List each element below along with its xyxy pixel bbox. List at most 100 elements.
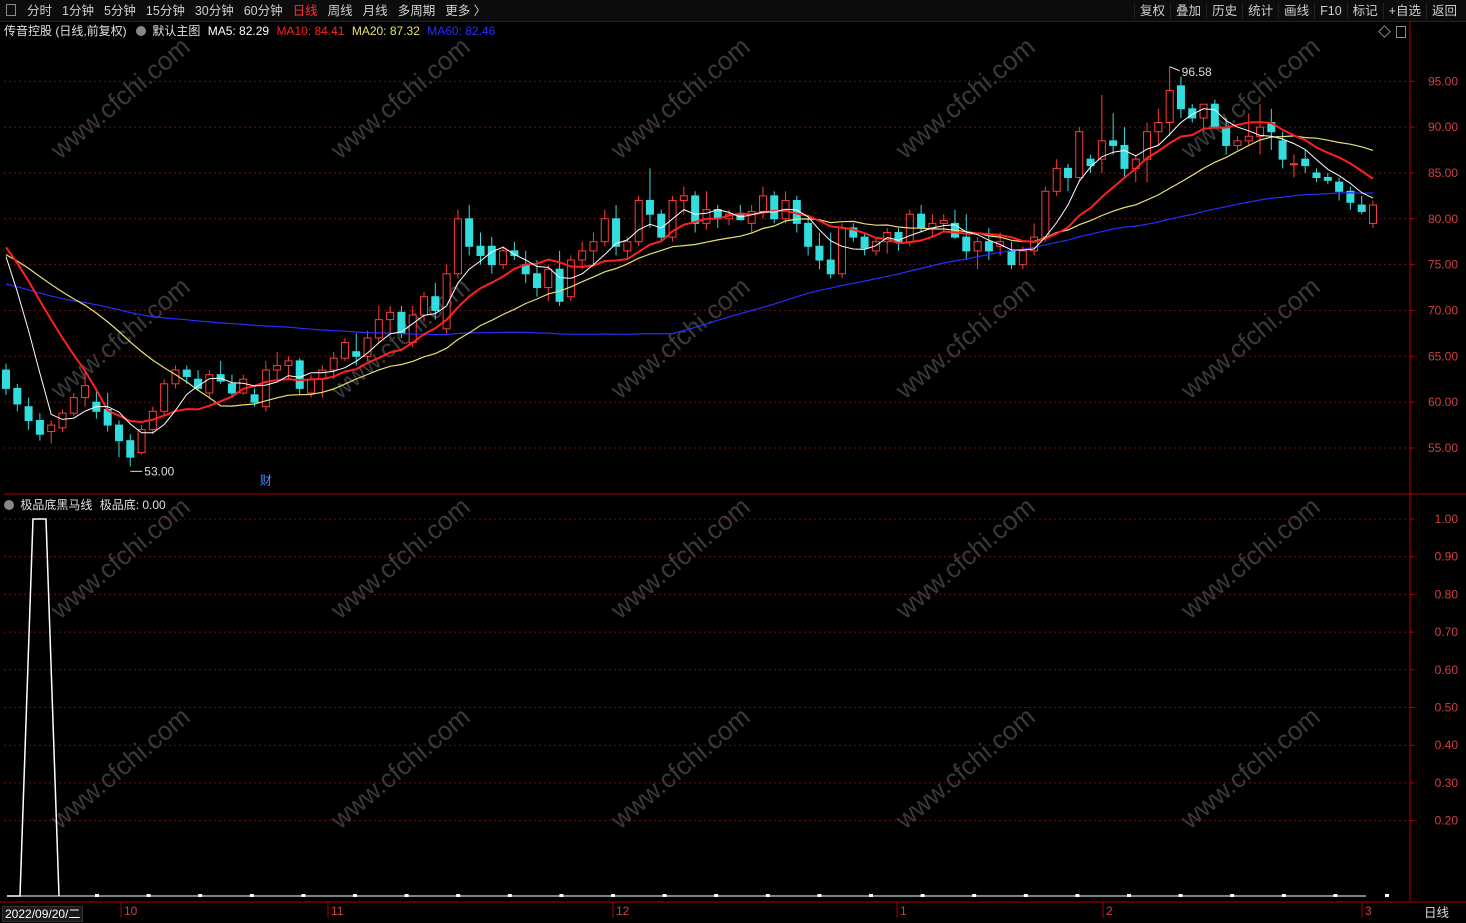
candle-body-36 bbox=[408, 314, 417, 344]
candle-body-35 bbox=[397, 311, 406, 334]
candle-body-116 bbox=[1312, 172, 1321, 179]
indicator-point-15 bbox=[869, 894, 873, 897]
candle-body-89 bbox=[1007, 250, 1016, 266]
candle-body-43 bbox=[487, 245, 496, 266]
template-dropdown-icon[interactable] bbox=[136, 26, 147, 36]
candles bbox=[1, 66, 1378, 467]
high-marker-line bbox=[1169, 66, 1180, 72]
toolbar-button-1[interactable]: 叠加 bbox=[1170, 3, 1206, 19]
candle-body-15 bbox=[171, 369, 180, 385]
period-tab-9[interactable]: 多周期 bbox=[393, 3, 441, 19]
watermark-3: www.cfchi.com bbox=[889, 31, 1041, 165]
panel-toggle-icon[interactable] bbox=[6, 4, 16, 16]
panel-icon[interactable] bbox=[1396, 26, 1406, 38]
toolbar-button-4[interactable]: 画线 bbox=[1278, 3, 1314, 19]
toolbar-button-2[interactable]: 历史 bbox=[1206, 3, 1242, 19]
indicator-point-12 bbox=[714, 894, 719, 897]
indicator-point-5 bbox=[353, 894, 357, 897]
toolbar-button-0[interactable]: 复权 bbox=[1134, 3, 1170, 19]
period-tab-6[interactable]: 日线 bbox=[288, 3, 323, 19]
sub-tick-label-1: 0.30 bbox=[1435, 776, 1459, 790]
period-tab-4[interactable]: 30分钟 bbox=[190, 3, 239, 19]
diamond-icon[interactable] bbox=[1378, 25, 1391, 38]
period-tab-8[interactable]: 月线 bbox=[358, 3, 393, 19]
candle-body-117 bbox=[1323, 177, 1332, 181]
candle-body-88 bbox=[996, 241, 1005, 247]
template-name[interactable]: 默认主图 bbox=[152, 24, 200, 38]
month-label-4: 2 bbox=[1106, 904, 1113, 918]
sub-series bbox=[7, 518, 1389, 897]
axes bbox=[0, 22, 1466, 903]
indicator-point-21 bbox=[1178, 894, 1183, 897]
candle-body-90 bbox=[1018, 250, 1027, 266]
main-tick-label-7: 90.00 bbox=[1428, 120, 1458, 134]
month-label-5: 3 bbox=[1365, 904, 1372, 918]
indicator-point-7 bbox=[456, 894, 461, 897]
candle-body-81 bbox=[917, 213, 926, 229]
candle-body-28 bbox=[318, 369, 327, 380]
indicator-point-20 bbox=[1127, 894, 1131, 897]
candle-body-29 bbox=[329, 357, 338, 371]
candle-body-49 bbox=[555, 268, 564, 302]
candle-body-57 bbox=[645, 199, 654, 215]
candle-body-33 bbox=[374, 319, 383, 339]
ma10-value: MA10: 84.41 bbox=[276, 24, 345, 38]
toolbar-button-7[interactable]: +自选 bbox=[1382, 3, 1426, 19]
candle-body-103 bbox=[1165, 89, 1174, 124]
indicator-point-4 bbox=[301, 894, 306, 897]
period-tab-10[interactable]: 更多 〉 bbox=[440, 3, 491, 19]
candle-body-105 bbox=[1188, 108, 1197, 119]
function-buttons: 复权 叠加 历史 统计 画线 F10 标记 +自选 返回 bbox=[1134, 3, 1462, 19]
toolbar-button-5[interactable]: F10 bbox=[1314, 3, 1347, 19]
indicator-point-18 bbox=[1023, 894, 1028, 897]
candle-body-79 bbox=[894, 232, 903, 243]
candle-body-65 bbox=[736, 213, 745, 221]
candle-body-22 bbox=[250, 394, 259, 403]
candle-body-13 bbox=[148, 410, 157, 431]
period-tab-1[interactable]: 1分钟 bbox=[57, 3, 99, 19]
watermark-18: www.cfchi.com bbox=[889, 701, 1041, 835]
candle-body-112 bbox=[1267, 122, 1276, 133]
candle-body-52 bbox=[589, 241, 598, 252]
sub-tick-label-2: 0.40 bbox=[1435, 738, 1459, 752]
month-label-3: 1 bbox=[900, 904, 907, 918]
main-tick-label-5: 80.00 bbox=[1428, 212, 1458, 226]
candle-body-69 bbox=[781, 199, 790, 220]
period-label[interactable]: 日线 bbox=[1424, 906, 1449, 920]
watermarks: www.cfchi.com www.cfchi.com www.cfchi.com w… bbox=[44, 31, 1326, 835]
candle-body-101 bbox=[1143, 131, 1152, 160]
period-tab-2[interactable]: 5分钟 bbox=[99, 3, 141, 19]
candle-body-64 bbox=[725, 213, 734, 220]
candle-body-5 bbox=[58, 412, 67, 429]
candle-body-98 bbox=[1109, 140, 1118, 146]
indicator-dropdown-icon[interactable] bbox=[4, 500, 14, 510]
toolbar-button-6[interactable]: 标记 bbox=[1346, 3, 1383, 19]
candle-body-11 bbox=[126, 440, 135, 458]
toolbar-button-8[interactable]: 返回 bbox=[1425, 3, 1462, 19]
candle-body-95 bbox=[1075, 131, 1084, 179]
stock-title: 传音控股 (日线,前复权) bbox=[4, 24, 127, 38]
candle-body-100 bbox=[1131, 158, 1140, 169]
candle-body-68 bbox=[770, 195, 779, 220]
candle-body-54 bbox=[612, 218, 621, 247]
candle-body-82 bbox=[928, 222, 937, 229]
period-tab-0[interactable]: 分时 bbox=[22, 3, 57, 19]
period-tab-7[interactable]: 周线 bbox=[323, 3, 358, 19]
period-tab-5[interactable]: 60分钟 bbox=[239, 3, 288, 19]
candle-body-62 bbox=[702, 209, 711, 224]
watermark-17: www.cfchi.com bbox=[604, 701, 756, 835]
candle-body-78 bbox=[883, 232, 892, 243]
toolbar-button-3[interactable]: 统计 bbox=[1242, 3, 1278, 19]
main-tick-label-6: 85.00 bbox=[1428, 166, 1458, 180]
watermark-15: www.cfchi.com bbox=[44, 701, 196, 835]
candle-body-93 bbox=[1052, 167, 1061, 192]
candle-body-73 bbox=[826, 259, 835, 275]
main-tick-label-0: 55.00 bbox=[1428, 441, 1458, 455]
candle-body-32 bbox=[363, 337, 372, 357]
markers: 96.58 53.00 财 bbox=[130, 65, 1212, 488]
indicator-title[interactable]: 极品底黑马线 bbox=[20, 498, 92, 512]
candle-body-12 bbox=[137, 429, 146, 454]
candle-body-61 bbox=[691, 195, 700, 224]
period-tab-3[interactable]: 15分钟 bbox=[141, 3, 190, 19]
candle-body-63 bbox=[713, 209, 722, 220]
